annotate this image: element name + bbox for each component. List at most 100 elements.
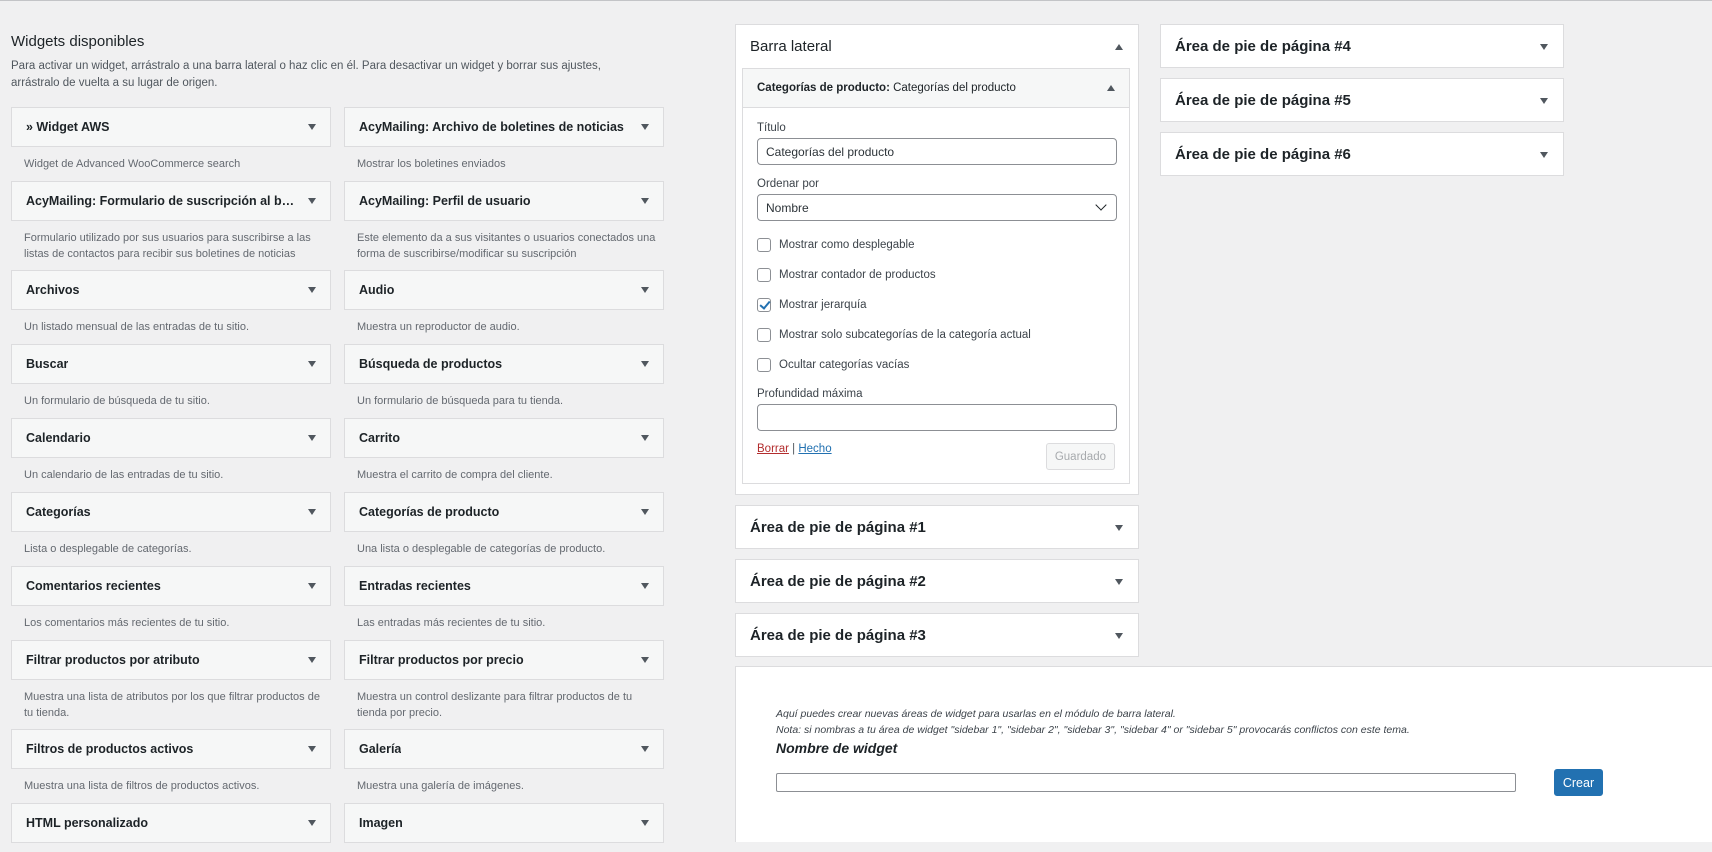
saved-button[interactable]: Guardado <box>1045 443 1115 470</box>
widget-card[interactable]: Categorías de producto <box>344 492 664 532</box>
sidebar-header[interactable]: Área de pie de página #6 <box>1161 133 1563 176</box>
widget-card[interactable]: AcyMailing: Archivo de boletines de noti… <box>344 107 664 147</box>
expand-arrow-icon[interactable] <box>1540 151 1548 158</box>
title-field-label: Título <box>757 122 786 134</box>
widget-card[interactable]: HTML personalizado <box>11 803 331 843</box>
expand-arrow-icon[interactable] <box>308 746 316 752</box>
widget-card[interactable]: Imagen <box>344 803 664 843</box>
widget-item: Filtrar productos por atributo Muestra un… <box>11 640 331 721</box>
sidebar-header[interactable]: Área de pie de página #3 <box>736 614 1138 657</box>
expand-arrow-icon[interactable] <box>641 820 649 826</box>
sidebar-header[interactable]: Área de pie de página #5 <box>1161 79 1563 122</box>
expand-arrow-icon[interactable] <box>641 657 649 663</box>
widget-card[interactable]: » Widget AWS <box>11 107 331 147</box>
expand-arrow-icon[interactable] <box>308 435 316 441</box>
widget-description: Muestra una lista de filtros de producto… <box>24 780 260 792</box>
widget-card[interactable]: Búsqueda de productos <box>344 344 664 384</box>
expand-arrow-icon[interactable] <box>308 509 316 515</box>
expand-arrow-icon[interactable] <box>641 746 649 752</box>
widget-card[interactable]: Entradas recientes <box>344 566 664 606</box>
widget-description: Mostrar los boletines enviados <box>357 158 506 170</box>
depth-field-label: Profundidad máxima <box>757 388 863 400</box>
widget-card[interactable]: Audio <box>344 270 664 310</box>
expand-arrow-icon[interactable] <box>641 287 649 293</box>
expand-arrow-icon[interactable] <box>1540 97 1548 104</box>
delete-link[interactable]: Borrar <box>757 443 789 455</box>
expand-arrow-icon[interactable] <box>641 124 649 130</box>
available-widgets-heading: Widgets disponibles <box>11 33 145 50</box>
sidebar-footer-area-3[interactable]: Área de pie de página #3 <box>735 613 1139 657</box>
widget-item: » Widget AWS Widget de Advanced WooCommer… <box>11 107 331 172</box>
expand-arrow-icon[interactable] <box>641 583 649 589</box>
expand-arrow-icon[interactable] <box>308 657 316 663</box>
count-checkbox[interactable] <box>757 268 771 282</box>
widget-card[interactable]: Carrito <box>344 418 664 458</box>
depth-input[interactable] <box>757 404 1117 431</box>
widget-header[interactable]: Categorías de producto: Categorías del p… <box>743 69 1129 108</box>
widget-description: Muestra una lista de atributos por los q… <box>24 691 320 719</box>
options-group: Mostrar como desplegable Mostrar contado… <box>757 230 1115 380</box>
widget-card[interactable]: AcyMailing: Perfil de usuario <box>344 181 664 221</box>
widget-card[interactable]: Archivos <box>11 270 331 310</box>
widget-title: Filtrar productos por atributo <box>26 653 200 667</box>
orderby-field-label: Ordenar por <box>757 178 820 190</box>
widget-card[interactable]: Calendario <box>11 418 331 458</box>
option-label: Mostrar solo subcategorías de la categor… <box>779 329 1031 341</box>
option-row[interactable]: Ocultar categorías vacías <box>757 350 1115 380</box>
orderby-selected-value: Nombre <box>766 200 809 215</box>
create-button[interactable]: Crear <box>1554 769 1603 796</box>
widget-card[interactable]: Filtrar productos por atributo <box>11 640 331 680</box>
title-input[interactable]: Categorías del producto <box>757 138 1117 165</box>
done-link[interactable]: Hecho <box>798 443 831 455</box>
expand-arrow-icon[interactable] <box>1115 524 1123 531</box>
widget-title: Calendario <box>26 431 91 445</box>
widget-card[interactable]: Galería <box>344 729 664 769</box>
widget-description: Una lista o desplegable de categorías de… <box>357 543 606 555</box>
subcategories-checkbox[interactable] <box>757 328 771 342</box>
sidebar-footer-area-1[interactable]: Área de pie de página #1 <box>735 505 1139 549</box>
widget-card[interactable]: Filtrar productos por precio <box>344 640 664 680</box>
widget-item: Calendario Un calendario de las entradas … <box>11 418 331 483</box>
widget-card[interactable]: Categorías <box>11 492 331 532</box>
sidebar-header[interactable]: Área de pie de página #1 <box>736 506 1138 549</box>
widget-card[interactable]: Comentarios recientes <box>11 566 331 606</box>
option-row[interactable]: Mostrar solo subcategorías de la categor… <box>757 320 1115 350</box>
hide-empty-checkbox[interactable] <box>757 358 771 372</box>
expand-arrow-icon[interactable] <box>308 124 316 130</box>
option-row[interactable]: Mostrar contador de productos <box>757 260 1115 290</box>
expand-arrow-icon[interactable] <box>641 509 649 515</box>
hierarchy-checkbox[interactable] <box>757 298 771 312</box>
widget-name-label: Nombre de widget <box>776 740 898 756</box>
option-row[interactable]: Mostrar como desplegable <box>757 230 1115 260</box>
sidebar-footer-area-2[interactable]: Área de pie de página #2 <box>735 559 1139 603</box>
sidebar-footer-area-4[interactable]: Área de pie de página #4 <box>1160 24 1564 68</box>
expand-arrow-icon[interactable] <box>641 361 649 367</box>
dropdown-checkbox[interactable] <box>757 238 771 252</box>
sidebar-barra-lateral-header[interactable]: Barra lateral <box>736 25 1138 68</box>
sidebar-footer-area-5[interactable]: Área de pie de página #5 <box>1160 78 1564 122</box>
expand-arrow-icon[interactable] <box>641 198 649 204</box>
expand-arrow-icon[interactable] <box>1115 578 1123 585</box>
option-label: Mostrar jerarquía <box>779 299 867 311</box>
expand-arrow-icon[interactable] <box>308 583 316 589</box>
collapse-arrow-icon[interactable] <box>1115 43 1123 50</box>
expand-arrow-icon[interactable] <box>1115 632 1123 639</box>
expand-arrow-icon[interactable] <box>1540 43 1548 50</box>
widget-card[interactable]: Buscar <box>11 344 331 384</box>
expand-arrow-icon[interactable] <box>308 820 316 826</box>
orderby-select[interactable]: Nombre <box>757 194 1117 221</box>
expand-arrow-icon[interactable] <box>308 198 316 204</box>
expand-arrow-icon[interactable] <box>641 435 649 441</box>
sidebar-header[interactable]: Área de pie de página #4 <box>1161 25 1563 68</box>
widget-name-input[interactable] <box>776 773 1516 792</box>
widget-description: Un formulario de búsqueda de tu sitio. <box>24 395 210 407</box>
widget-card[interactable]: AcyMailing: Formulario de suscripción al… <box>11 181 331 221</box>
widget-collapse-arrow-icon[interactable] <box>1107 85 1115 91</box>
expand-arrow-icon[interactable] <box>308 287 316 293</box>
sidebar-header[interactable]: Área de pie de página #2 <box>736 560 1138 603</box>
option-row[interactable]: Mostrar jerarquía <box>757 290 1115 320</box>
widget-card[interactable]: Filtros de productos activos <box>11 729 331 769</box>
expand-arrow-icon[interactable] <box>308 361 316 367</box>
create-note-1: Aquí puedes crear nuevas áreas de widget… <box>776 708 1176 720</box>
sidebar-footer-area-6[interactable]: Área de pie de página #6 <box>1160 132 1564 176</box>
